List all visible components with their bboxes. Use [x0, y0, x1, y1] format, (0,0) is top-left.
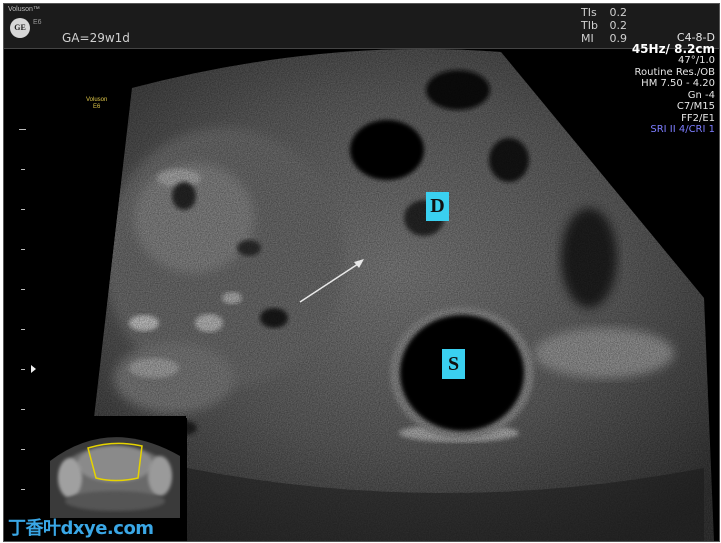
preset-name: Routine Res./OB [634, 66, 715, 78]
sri-setting: SRI II 4/CRI 1 [650, 124, 715, 135]
scale-tick [21, 169, 25, 170]
contrast-setting: C7/M15 [676, 101, 715, 112]
index-row: TIb 0.2 [581, 19, 627, 32]
scale-tick [21, 249, 25, 250]
index-label: MI [581, 32, 594, 45]
scale-tick [21, 449, 25, 450]
index-label: TIs [581, 6, 597, 19]
label-s: S [442, 349, 465, 379]
voluson-model: E6 [93, 104, 101, 110]
index-value: 0.9 [609, 32, 628, 45]
screenshot-canvas: Voluson™ GE E6 GA=29w1d TIs 0.2 TIb 0.2 MI… [0, 0, 721, 543]
thumbnail-overview [40, 416, 186, 518]
watermark-en: dxye.com [60, 518, 155, 539]
header-bar: Voluson™ GE E6 GA=29w1d TIs 0.2 TIb 0.2 MI… [4, 4, 719, 49]
gain-setting: Gn -4 [687, 89, 715, 101]
watermark-cn: 丁香叶 [8, 518, 61, 539]
voluson-brand: Voluson [86, 97, 108, 103]
filter-setting: FF2/E1 [681, 112, 715, 124]
gestational-age: GA=29w1d [62, 31, 130, 45]
brand-name: Voluson™ [8, 6, 40, 13]
frame-rate-depth: 45Hz/ 8.2cm [631, 41, 715, 56]
scale-tick [21, 289, 25, 290]
focus-marker-icon [31, 365, 36, 373]
index-label: TIb [581, 19, 598, 32]
angle-setting: 47°/1.0 [678, 55, 715, 66]
depth-scale [18, 124, 28, 524]
watermark: 丁香叶dxye.com [8, 514, 154, 540]
index-row: TIs 0.2 [581, 6, 627, 19]
index-value: 0.2 [609, 6, 628, 19]
voluson-label: Voluson E6 [86, 97, 107, 111]
scale-tick [21, 369, 25, 370]
harmonic-setting: HM 7.50 - 4.20 [641, 78, 715, 89]
brand-block: Voluson™ GE E6 [6, 6, 54, 46]
index-value: 0.2 [609, 19, 628, 32]
ge-logo-icon: GE [10, 18, 30, 38]
label-d: D [426, 192, 449, 221]
parameter-panel: C4-8-D 45Hz/ 8.2cm 47°/1.0 Routine Res./… [632, 32, 715, 136]
safety-indices: TIs 0.2 TIb 0.2 MI 0.9 [581, 6, 627, 45]
scale-tick [21, 409, 25, 410]
ultrasound-monitor: Voluson™ GE E6 GA=29w1d TIs 0.2 TIb 0.2 MI… [3, 3, 720, 542]
scale-tick [21, 489, 25, 490]
scale-tick [19, 129, 26, 130]
model-name: E6 [33, 19, 42, 26]
scale-tick [21, 329, 25, 330]
index-row: MI 0.9 [581, 32, 627, 45]
scale-tick [21, 209, 25, 210]
